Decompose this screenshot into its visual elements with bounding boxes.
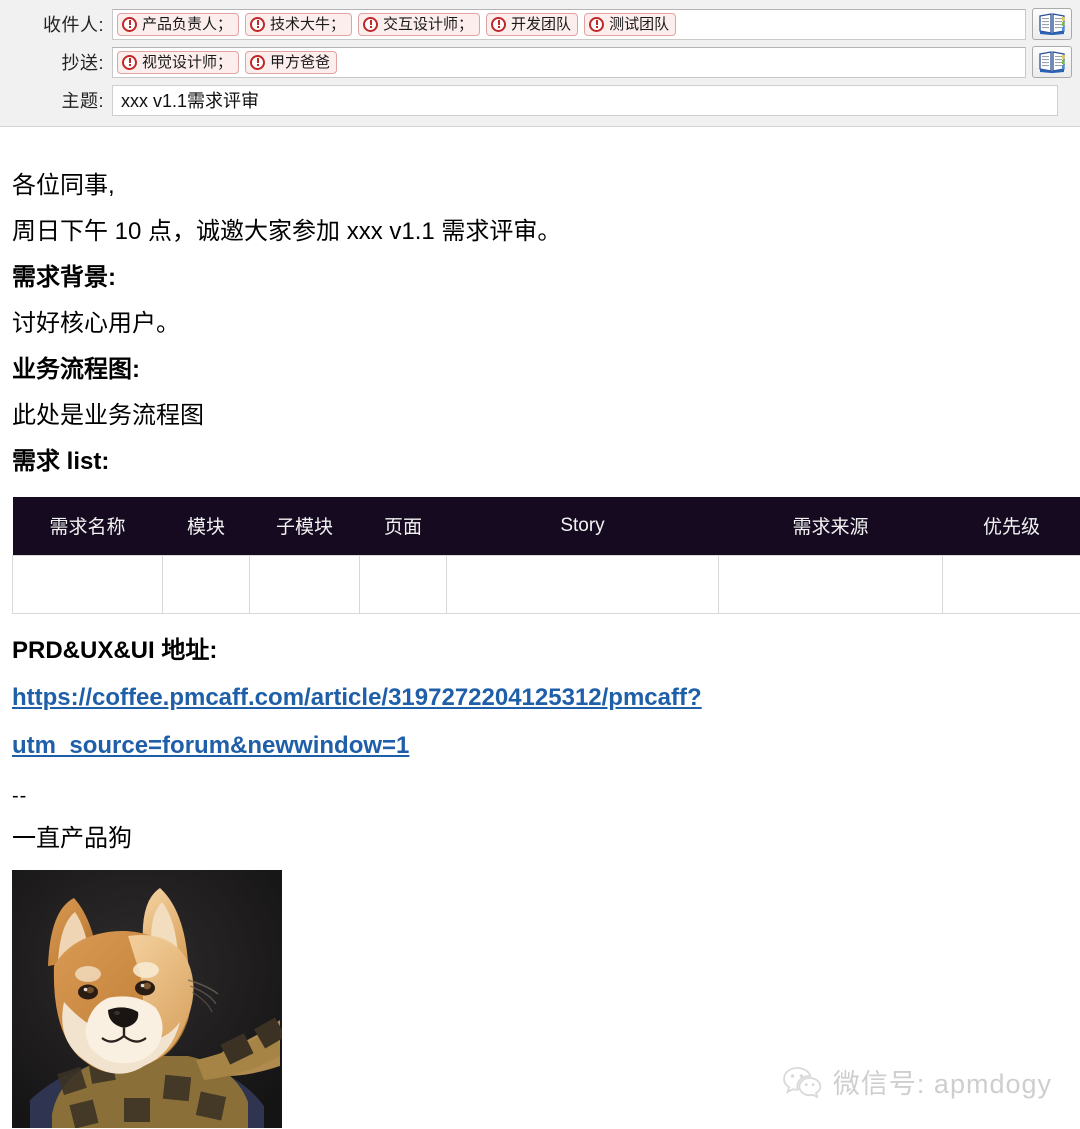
cc-label: 抄送:	[61, 53, 104, 73]
table-cell-req-source[interactable]	[718, 554, 943, 614]
table-cell-submodule[interactable]	[249, 554, 360, 614]
heading-prd-address: PRD&UX&UI 地址:	[12, 636, 218, 664]
to-address-book-button[interactable]	[1032, 8, 1072, 40]
column-header-submodule: 子模块	[249, 497, 360, 555]
recipient-chip-label: 交互设计师；	[383, 15, 474, 33]
recipient-chip-label: 产品负责人；	[142, 15, 233, 33]
to-input[interactable]: 产品负责人； 技术大牛； 交互设计师； 开发团队 测试团队	[112, 8, 1026, 40]
recipient-chip[interactable]: 技术大牛；	[245, 12, 353, 36]
mail-body: 各位同事, 周日下午 10 点，诚邀大家参加 xxx v1.1 需求评审。 需求…	[0, 127, 1080, 1128]
error-circle-icon	[122, 54, 137, 70]
heading-background: 需求背景:	[12, 264, 116, 291]
table-cell-module[interactable]	[162, 554, 250, 614]
heading-requirement-list: 需求 list:	[12, 448, 110, 475]
error-circle-icon	[589, 16, 605, 32]
shiba-inu-photo	[12, 869, 282, 1128]
prd-link-line-1[interactable]: https://coffee.pmcaff.com/article/319727…	[12, 674, 1068, 722]
table-row[interactable]	[12, 554, 1080, 614]
table-header-row: 需求名称 模块 子模块 页面 Story 需求来源 优先级	[12, 497, 1080, 555]
cc-chip-label: 视觉设计师；	[142, 53, 233, 71]
table-cell-story[interactable]	[446, 554, 719, 614]
subject-value: xxx v1.1需求评审	[121, 91, 260, 111]
recipient-chip[interactable]: 产品负责人；	[117, 12, 240, 36]
background-text: 讨好核心用户。	[12, 310, 180, 337]
subject-label: 主题:	[61, 91, 104, 111]
to-label: 收件人:	[42, 15, 104, 35]
column-header-req-name: 需求名称	[12, 497, 163, 555]
table-body	[12, 554, 1080, 614]
signature-divider: --	[12, 784, 28, 807]
column-header-page: 页面	[359, 497, 447, 555]
column-header-module: 模块	[162, 497, 250, 555]
subject-input[interactable]: xxx v1.1需求评审	[112, 84, 1058, 116]
column-header-story: Story	[446, 497, 719, 555]
greeting-text: 各位同事,	[12, 172, 115, 199]
prd-link-line-2[interactable]: utm_source=forum&newwindow=1	[12, 722, 1068, 770]
to-row: 收件人: 产品负责人； 技术大牛； 交互设计师； 开发团队 测试团队	[0, 6, 1080, 42]
cc-input[interactable]: 视觉设计师； 甲方爸爸	[112, 46, 1026, 78]
table-cell-priority[interactable]	[942, 554, 1080, 614]
recipient-chip-label: 测试团队	[609, 15, 670, 33]
error-circle-icon	[363, 16, 379, 32]
subject-row: 主题: xxx v1.1需求评审	[0, 82, 1080, 118]
heading-flowchart: 业务流程图:	[12, 356, 140, 383]
signature-name: 一直产品狗	[12, 824, 132, 852]
address-book-icon	[1039, 51, 1065, 73]
cc-chip[interactable]: 视觉设计师；	[117, 50, 240, 74]
table-cell-page[interactable]	[359, 554, 447, 614]
cc-row: 抄送: 视觉设计师； 甲方爸爸	[0, 44, 1080, 80]
compose-header: 收件人: 产品负责人； 技术大牛； 交互设计师； 开发团队 测试团队 抄送: 视…	[0, 0, 1080, 127]
address-book-icon	[1039, 13, 1065, 35]
cc-address-book-button[interactable]	[1032, 46, 1072, 78]
error-circle-icon	[491, 16, 507, 32]
recipient-chip[interactable]: 交互设计师；	[358, 12, 481, 36]
requirement-table: 需求名称 模块 子模块 页面 Story 需求来源 优先级	[12, 497, 1080, 614]
error-circle-icon	[250, 16, 266, 32]
intro-text: 周日下午 10 点，诚邀大家参加 xxx v1.1 需求评审。	[12, 218, 562, 245]
recipient-chip[interactable]: 测试团队	[584, 12, 677, 36]
shiba-inu-illustration	[12, 869, 282, 1128]
flowchart-text: 此处是业务流程图	[12, 402, 204, 429]
error-circle-icon	[250, 54, 266, 70]
recipient-chip[interactable]: 开发团队	[486, 12, 579, 36]
table-header: 需求名称 模块 子模块 页面 Story 需求来源 优先级	[12, 497, 1080, 555]
cc-chip-label: 甲方爸爸	[270, 53, 331, 71]
column-header-priority: 优先级	[942, 497, 1080, 555]
error-circle-icon	[122, 16, 137, 32]
recipient-chip-label: 开发团队	[511, 15, 572, 33]
table-cell-req-name[interactable]	[12, 554, 163, 614]
column-header-req-source: 需求来源	[718, 497, 943, 555]
recipient-chip-label: 技术大牛；	[270, 15, 346, 33]
cc-chip[interactable]: 甲方爸爸	[245, 50, 338, 74]
